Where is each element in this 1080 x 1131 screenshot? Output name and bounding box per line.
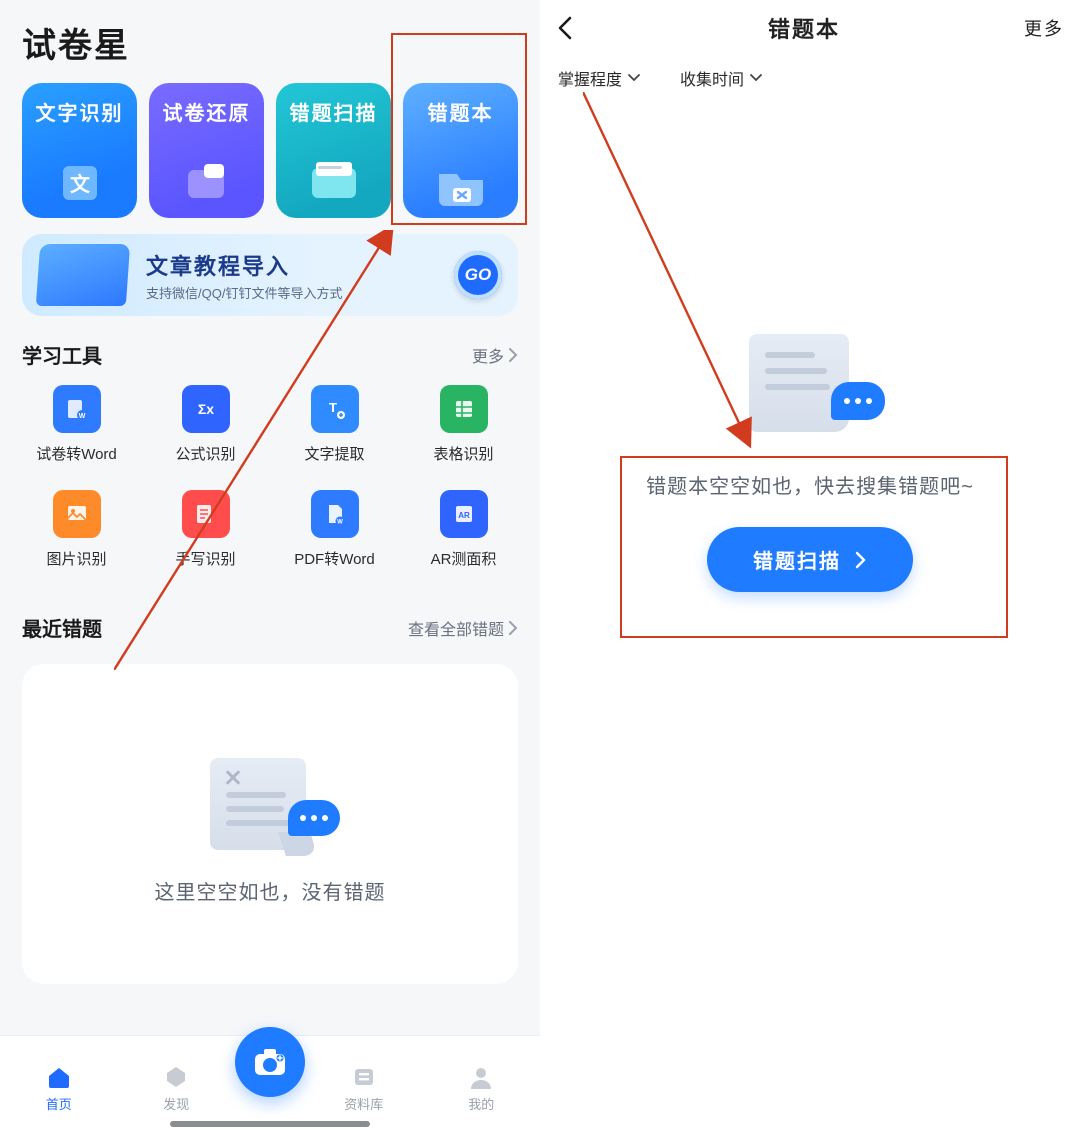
tools-title: 学习工具 bbox=[22, 340, 102, 369]
svg-text:文: 文 bbox=[70, 172, 91, 196]
empty-state-icon bbox=[735, 330, 885, 440]
filter-label: 掌握程度 bbox=[558, 66, 622, 90]
camera-button[interactable] bbox=[235, 1027, 305, 1097]
recent-empty-card: 这里空空如也，没有错题 bbox=[22, 664, 518, 984]
tool-label: 文字提取 bbox=[304, 443, 364, 464]
svg-text:AR: AR bbox=[458, 511, 470, 520]
empty-state-icon bbox=[200, 754, 340, 854]
feature-label: 错题扫描 bbox=[290, 97, 378, 126]
button-label: 错题扫描 bbox=[753, 545, 841, 574]
profile-icon bbox=[466, 1064, 496, 1090]
empty-text: 错题本空空如也，快去搜集错题吧~ bbox=[646, 470, 974, 499]
import-subtitle: 支持微信/QQ/钉钉文件等导入方式 bbox=[146, 283, 454, 302]
chevron-down-icon bbox=[750, 73, 762, 83]
chevron-right-icon bbox=[508, 348, 518, 362]
tool-label: PDF转Word bbox=[294, 548, 375, 569]
recent-empty-text: 这里空空如也，没有错题 bbox=[155, 876, 386, 905]
chevron-down-icon bbox=[628, 73, 640, 83]
more-label: 查看全部错题 bbox=[408, 616, 504, 640]
home-screen: 试卷星 文字识别 文 试卷还原 错题扫描 错题本 bbox=[0, 0, 540, 1131]
tools-grid: W 试卷转Word Σx 公式识别 T 文字提取 表格识别 图片识别 手写识别 bbox=[0, 377, 540, 569]
svg-text:T: T bbox=[329, 400, 337, 415]
tool-pdf-to-word[interactable]: W PDF转Word bbox=[270, 490, 399, 569]
tool-handwriting-recognition[interactable]: 手写识别 bbox=[141, 490, 270, 569]
tool-label: 公式识别 bbox=[175, 443, 235, 464]
tab-discover[interactable]: 发现 bbox=[118, 1064, 236, 1113]
tab-label: 首页 bbox=[46, 1094, 72, 1113]
scan-wrong-button[interactable]: 错题扫描 bbox=[707, 527, 913, 592]
doc-word-icon: W bbox=[53, 385, 101, 433]
page-title: 错题本 bbox=[596, 12, 1012, 44]
tab-label: 资料库 bbox=[344, 1094, 383, 1113]
filter-row: 掌握程度 收集时间 bbox=[540, 56, 1080, 100]
feature-wrong-scan[interactable]: 错题扫描 bbox=[276, 83, 391, 218]
feature-label: 错题本 bbox=[428, 97, 494, 126]
chevron-left-icon bbox=[556, 15, 574, 41]
import-banner[interactable]: 文章教程导入 支持微信/QQ/钉钉文件等导入方式 GO bbox=[22, 234, 518, 316]
library-icon bbox=[349, 1064, 379, 1090]
handwriting-icon bbox=[182, 490, 230, 538]
folder-icon bbox=[38, 244, 128, 306]
image-icon bbox=[53, 490, 101, 538]
svg-text:Σx: Σx bbox=[197, 401, 213, 417]
tool-label: AR测面积 bbox=[431, 548, 497, 569]
paper-restore-icon bbox=[182, 158, 232, 208]
tool-label: 试卷转Word bbox=[36, 443, 117, 464]
recent-more-link[interactable]: 查看全部错题 bbox=[408, 616, 518, 640]
wrong-scan-icon bbox=[306, 158, 362, 208]
table-icon bbox=[440, 385, 488, 433]
discover-icon bbox=[161, 1064, 191, 1090]
ar-icon: AR bbox=[440, 490, 488, 538]
app-title: 试卷星 bbox=[0, 0, 540, 75]
back-button[interactable] bbox=[556, 15, 596, 41]
tab-profile[interactable]: 我的 bbox=[423, 1064, 541, 1113]
tab-home[interactable]: 首页 bbox=[0, 1064, 118, 1113]
tool-table-recognition[interactable]: 表格识别 bbox=[399, 385, 528, 464]
wrong-book-header: 错题本 更多 bbox=[540, 0, 1080, 56]
chevron-right-icon bbox=[855, 551, 867, 569]
wrong-book-icon bbox=[433, 158, 489, 208]
tool-label: 表格识别 bbox=[433, 443, 493, 464]
tab-library[interactable]: 资料库 bbox=[305, 1064, 423, 1113]
filter-mastery[interactable]: 掌握程度 bbox=[558, 66, 640, 90]
more-label: 更多 bbox=[472, 343, 504, 367]
tool-image-recognition[interactable]: 图片识别 bbox=[12, 490, 141, 569]
filter-time[interactable]: 收集时间 bbox=[680, 66, 762, 90]
feature-paper-restore[interactable]: 试卷还原 bbox=[149, 83, 264, 218]
tools-more-link[interactable]: 更多 bbox=[472, 343, 518, 367]
text-extract-icon: T bbox=[311, 385, 359, 433]
tab-label: 我的 bbox=[468, 1094, 494, 1113]
bottom-tab-bar: 首页 发现 资料库 我的 bbox=[0, 1035, 540, 1131]
tool-formula-recognition[interactable]: Σx 公式识别 bbox=[141, 385, 270, 464]
go-badge[interactable]: GO bbox=[454, 251, 502, 299]
recent-section-header: 最近错题 查看全部错题 bbox=[0, 569, 540, 650]
tool-ar-area[interactable]: AR AR测面积 bbox=[399, 490, 528, 569]
home-indicator bbox=[170, 1121, 370, 1127]
tool-paper-to-word[interactable]: W 试卷转Word bbox=[12, 385, 141, 464]
tab-label: 发现 bbox=[163, 1094, 189, 1113]
feature-label: 试卷还原 bbox=[163, 97, 251, 126]
feature-label: 文字识别 bbox=[36, 97, 124, 126]
feature-wrong-book[interactable]: 错题本 bbox=[403, 83, 518, 218]
filter-label: 收集时间 bbox=[680, 66, 744, 90]
import-title: 文章教程导入 bbox=[146, 249, 454, 281]
recent-title: 最近错题 bbox=[22, 613, 102, 642]
formula-icon: Σx bbox=[182, 385, 230, 433]
camera-icon bbox=[252, 1046, 288, 1078]
chevron-right-icon bbox=[508, 621, 518, 635]
tool-label: 图片识别 bbox=[46, 548, 106, 569]
tools-section-header: 学习工具 更多 bbox=[0, 316, 540, 377]
tool-label: 手写识别 bbox=[175, 548, 235, 569]
svg-text:W: W bbox=[337, 520, 343, 526]
wrong-book-empty-state: 错题本空空如也，快去搜集错题吧~ 错题扫描 bbox=[540, 330, 1080, 592]
tool-text-extract[interactable]: T 文字提取 bbox=[270, 385, 399, 464]
feature-text-recognition[interactable]: 文字识别 文 bbox=[22, 83, 137, 218]
feature-card-row: 文字识别 文 试卷还原 错题扫描 错题本 bbox=[0, 83, 540, 218]
more-button[interactable]: 更多 bbox=[1012, 15, 1064, 41]
text-recognition-icon: 文 bbox=[55, 158, 105, 208]
home-icon bbox=[44, 1064, 74, 1090]
svg-text:W: W bbox=[78, 413, 85, 420]
pdf-word-icon: W bbox=[311, 490, 359, 538]
wrong-book-screen: 错题本 更多 掌握程度 收集时间 错题本空空如也，快去搜集错题吧~ 错题扫描 bbox=[540, 0, 1080, 1131]
